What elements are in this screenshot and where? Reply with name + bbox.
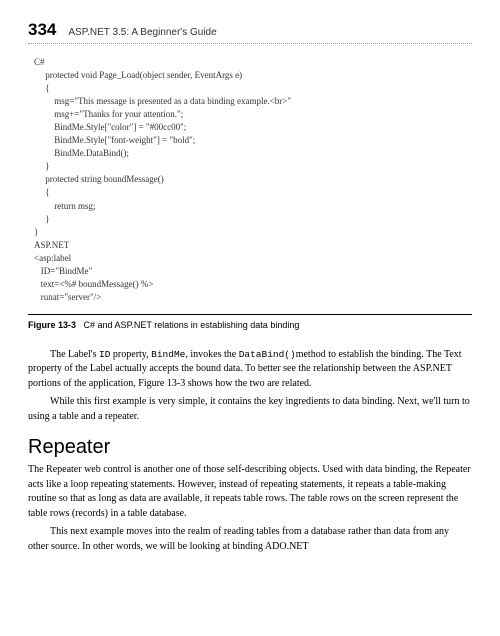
code-line: }: [34, 214, 50, 224]
section-heading-repeater: Repeater: [28, 436, 472, 459]
page-number: 334: [28, 20, 56, 40]
page-header: 334 ASP.NET 3.5: A Beginner's Guide: [28, 20, 472, 44]
code-line: msg="This message is presented as a data…: [34, 96, 291, 106]
code-line: <asp:label: [34, 253, 71, 263]
book-title: ASP.NET 3.5: A Beginner's Guide: [68, 27, 216, 38]
code-line: text=<%# boundMessage() %>: [34, 279, 153, 289]
code-lang-csharp: C#: [34, 57, 45, 67]
body-paragraph: While this first example is very simple,…: [28, 395, 472, 424]
figure-text: C# and ASP.NET relations in establishing…: [84, 320, 300, 330]
inline-code-databind: DataBind(): [239, 349, 296, 360]
figure-label: Figure 13-3: [28, 320, 76, 330]
body-paragraph: The Repeater web control is another one …: [28, 463, 472, 521]
code-line: protected string boundMessage(): [34, 174, 164, 184]
code-line: }: [34, 227, 38, 237]
code-line: {: [34, 83, 50, 93]
body-paragraph: This next example moves into the realm o…: [28, 525, 472, 554]
code-line: BindMe.DataBind();: [34, 148, 129, 158]
code-line: msg+="Thanks for your attention.";: [34, 109, 183, 119]
code-line: ID="BindMe": [34, 266, 92, 276]
code-listing: C# protected void Page_Load(object sende…: [34, 56, 472, 304]
code-line: }: [34, 161, 50, 171]
inline-code-id: ID: [99, 349, 110, 360]
code-line: protected void Page_Load(object sender, …: [34, 70, 242, 80]
code-line: {: [34, 187, 50, 197]
body-paragraph: The Label's ID property, BindMe, invokes…: [28, 348, 472, 392]
code-line: return msg;: [34, 201, 96, 211]
code-line: BindMe.Style["font-weight"] = "bold";: [34, 135, 195, 145]
code-line: runat="server"/>: [34, 292, 101, 302]
inline-code-bindme: BindMe: [151, 349, 185, 360]
figure-caption: Figure 13-3 C# and ASP.NET relations in …: [28, 314, 472, 330]
code-line: BindMe.Style["color"] = "#00cc00";: [34, 122, 186, 132]
code-lang-aspnet: ASP.NET: [34, 240, 69, 250]
